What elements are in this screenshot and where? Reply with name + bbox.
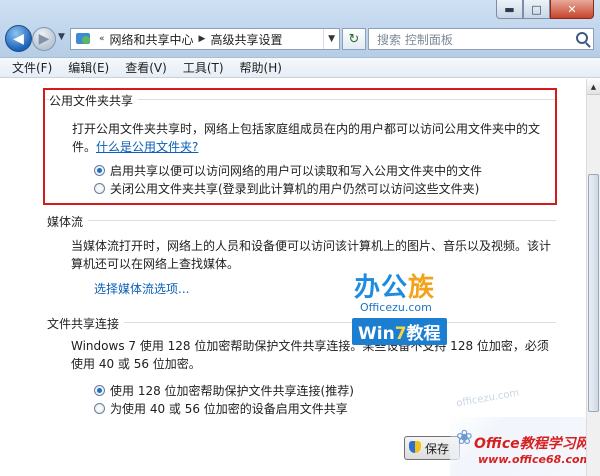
badge-seven: 7	[394, 324, 407, 344]
navigation-bar: ◀ ▶ ▼ « 网络和共享中心 ▶ 高级共享设置 ▼ ↻ 搜索 控制面板	[0, 24, 600, 54]
menu-help[interactable]: 帮助(H)	[232, 59, 290, 76]
menu-edit[interactable]: 编辑(E)	[60, 59, 117, 76]
address-overflow[interactable]: «	[97, 34, 107, 44]
window-title-bar: ▬ □ ✕ ◀ ▶ ▼ « 网络和共享中心 ▶ 高级共享设置 ▼ ↻ 搜索 控制…	[0, 0, 600, 58]
recent-pages-dropdown[interactable]: ▼	[58, 32, 65, 42]
address-bar[interactable]: « 网络和共享中心 ▶ 高级共享设置 ▼	[70, 28, 340, 50]
badge-tutorial: 教程	[406, 324, 441, 344]
win7-tutorial-badge: Win7教程	[352, 318, 447, 345]
logo-text-a: 办公	[354, 273, 409, 303]
network-folder-icon	[75, 32, 93, 46]
refresh-button[interactable]: ↻	[342, 28, 366, 50]
breadcrumb-network-center[interactable]: 网络和共享中心	[107, 31, 197, 48]
logo-text-b: 族	[408, 273, 436, 303]
corner-watermark-title: Office教程学习网	[474, 436, 586, 452]
forward-button[interactable]: ▶	[32, 27, 56, 51]
scroll-thumb[interactable]	[588, 174, 599, 412]
encryption-option-128[interactable]: 使用 128 位加密帮助保护文件共享连接(推荐)	[94, 382, 354, 399]
breadcrumb-advanced-sharing[interactable]: 高级共享设置	[207, 31, 285, 48]
refresh-icon: ↻	[348, 31, 360, 47]
file-sharing-title: 文件共享连接	[47, 315, 125, 332]
officezu-logo-url: Officezu.com	[360, 301, 432, 314]
back-button[interactable]: ◀	[5, 25, 32, 52]
scroll-up-button[interactable]: ▲	[587, 79, 600, 95]
file-sharing-description: Windows 7 使用 128 位加密帮助保护文件共享连接。某些设备不支持 1…	[71, 339, 549, 371]
search-input[interactable]: 搜索 控制面板	[368, 28, 594, 50]
arrow-left-icon: ◀	[13, 30, 24, 47]
menu-bar: 文件(F) 编辑(E) 查看(V) 工具(T) 帮助(H)	[0, 58, 600, 78]
settings-content: 公用文件夹共享 打开公用文件夹共享时，网络上包括家庭组成员在内的用户都可以访问公…	[0, 79, 586, 476]
caption-buttons: ▬ □ ✕	[496, 0, 594, 19]
flower-watermark-icon: ❀	[456, 425, 473, 449]
breadcrumb-separator-icon[interactable]: ▶	[197, 34, 208, 44]
officezu-logo-text: 办公族	[354, 267, 435, 304]
maximize-button[interactable]: □	[523, 0, 550, 19]
chevron-down-icon: ▼	[58, 32, 65, 42]
arrow-right-icon: ▶	[38, 31, 50, 47]
corner-watermark-url: www.office68.com	[478, 453, 586, 466]
menu-file[interactable]: 文件(F)	[4, 59, 60, 76]
radio-encryption-40-56[interactable]	[94, 403, 105, 414]
menu-view[interactable]: 查看(V)	[117, 59, 175, 76]
address-dropdown-icon[interactable]: ▼	[323, 29, 339, 49]
save-button-label: 保存	[425, 441, 450, 456]
encryption-128-label: 使用 128 位加密帮助保护文件共享连接(推荐)	[110, 384, 354, 398]
media-streaming-options-link[interactable]: 选择媒体流选项...	[94, 280, 189, 298]
close-button[interactable]: ✕	[550, 0, 594, 19]
menu-tools[interactable]: 工具(T)	[175, 59, 232, 76]
encryption-40-56-label: 为使用 40 或 56 位加密的设备启用文件共享	[110, 402, 348, 416]
encryption-option-40-56[interactable]: 为使用 40 或 56 位加密的设备启用文件共享	[94, 400, 348, 417]
highlight-annotation-box	[43, 88, 557, 205]
badge-win: Win	[358, 324, 395, 344]
shield-icon	[409, 441, 421, 455]
minimize-button[interactable]: ▬	[496, 0, 523, 19]
section-divider	[46, 220, 556, 221]
vertical-scrollbar[interactable]: ▲	[586, 79, 600, 476]
scroll-up-icon: ▲	[590, 83, 597, 91]
faint-url-watermark: officezu.com	[455, 387, 521, 410]
search-placeholder: 搜索 控制面板	[377, 32, 453, 47]
radio-encryption-128[interactable]	[94, 385, 105, 396]
media-streaming-title: 媒体流	[47, 213, 89, 230]
search-icon[interactable]	[576, 32, 588, 44]
